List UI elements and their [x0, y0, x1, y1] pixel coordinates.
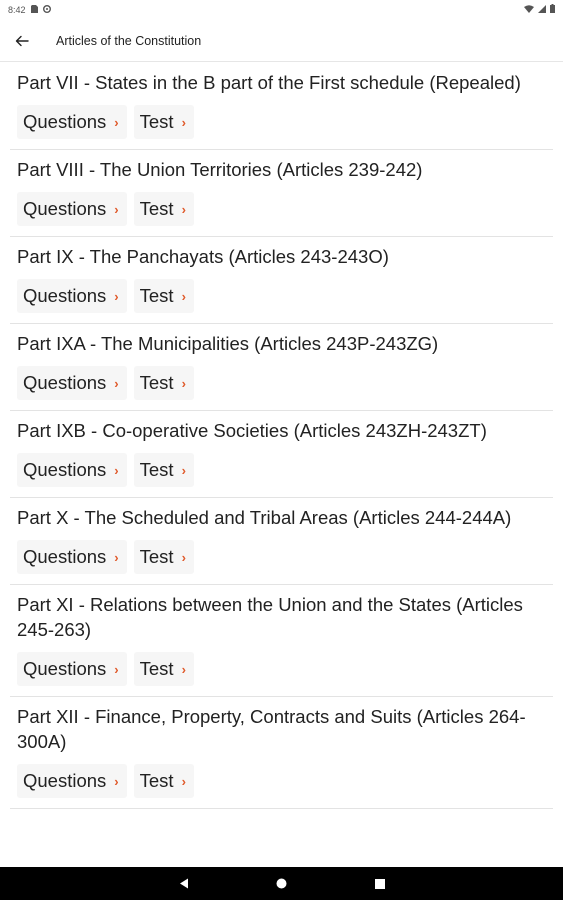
test-button[interactable]: Test › [133, 764, 194, 798]
chevron-right-icon: › [181, 462, 186, 478]
part-title: Part XI - Relations between the Union an… [17, 594, 523, 640]
part-title: Part X - The Scheduled and Tribal Areas … [17, 507, 512, 528]
questions-button[interactable]: Questions › [17, 764, 127, 798]
test-button[interactable]: Test › [133, 105, 194, 139]
questions-button[interactable]: Questions › [17, 366, 127, 400]
chevron-right-icon: › [114, 114, 119, 130]
test-button[interactable]: Test › [133, 652, 194, 686]
list-item: Part IXA - The Municipalities (Articles … [10, 324, 553, 411]
test-button[interactable]: Test › [133, 366, 194, 400]
sync-icon [42, 5, 51, 15]
system-nav-bar [0, 867, 563, 900]
part-title: Part XII - Finance, Property, Contracts … [17, 706, 526, 752]
questions-button[interactable]: Questions › [17, 105, 127, 139]
status-bar: 8:42 [0, 0, 563, 20]
chevron-right-icon: › [181, 375, 186, 391]
questions-button[interactable]: Questions › [17, 453, 127, 487]
chevron-right-icon: › [114, 288, 119, 304]
chevron-right-icon: › [114, 549, 119, 565]
test-button[interactable]: Test › [133, 453, 194, 487]
chevron-right-icon: › [114, 773, 119, 789]
part-title: Part IXB - Co-operative Societies (Artic… [17, 420, 487, 441]
test-button[interactable]: Test › [133, 279, 194, 313]
chevron-right-icon: › [181, 661, 186, 677]
nav-home-icon[interactable] [272, 874, 292, 894]
wifi-icon [524, 4, 534, 16]
chevron-right-icon: › [181, 288, 186, 304]
nav-recents-icon[interactable] [370, 874, 390, 894]
page-title: Articles of the Constitution [56, 33, 202, 48]
back-arrow-icon[interactable] [12, 31, 32, 51]
part-title: Part IX - The Panchayats (Articles 243-2… [17, 246, 389, 267]
list-item: Part VIII - The Union Territories (Artic… [10, 150, 553, 237]
list-item: Part XI - Relations between the Union an… [10, 585, 553, 697]
status-time: 8:42 [8, 5, 26, 15]
part-title: Part VIII - The Union Territories (Artic… [17, 159, 423, 180]
part-title: Part VII - States in the B part of the F… [17, 72, 521, 93]
chevron-right-icon: › [114, 661, 119, 677]
chevron-right-icon: › [181, 773, 186, 789]
chevron-right-icon: › [181, 201, 186, 217]
chevron-right-icon: › [181, 114, 186, 130]
list-item: Part VII - States in the B part of the F… [10, 63, 553, 150]
chevron-right-icon: › [114, 462, 119, 478]
questions-button[interactable]: Questions › [17, 279, 127, 313]
nav-back-icon[interactable] [174, 874, 194, 894]
test-button[interactable]: Test › [133, 540, 194, 574]
questions-button[interactable]: Questions › [17, 652, 127, 686]
chevron-right-icon: › [114, 201, 119, 217]
chevron-right-icon: › [114, 375, 119, 391]
list-item: Part XII - Finance, Property, Contracts … [10, 697, 553, 809]
battery-icon [550, 4, 555, 16]
app-bar: Articles of the Constitution [0, 20, 563, 62]
questions-button[interactable]: Questions › [17, 192, 127, 226]
list-item: Part IXB - Co-operative Societies (Artic… [10, 411, 553, 498]
list-item: Part X - The Scheduled and Tribal Areas … [10, 498, 553, 585]
part-title: Part IXA - The Municipalities (Articles … [17, 333, 439, 354]
questions-button[interactable]: Questions › [17, 540, 127, 574]
list-item: Part IX - The Panchayats (Articles 243-2… [10, 237, 553, 324]
sd-card-icon [30, 5, 38, 15]
test-button[interactable]: Test › [133, 192, 194, 226]
signal-icon [538, 4, 546, 16]
chevron-right-icon: › [181, 549, 186, 565]
parts-list[interactable]: Part VII - States in the B part of the F… [10, 63, 553, 867]
